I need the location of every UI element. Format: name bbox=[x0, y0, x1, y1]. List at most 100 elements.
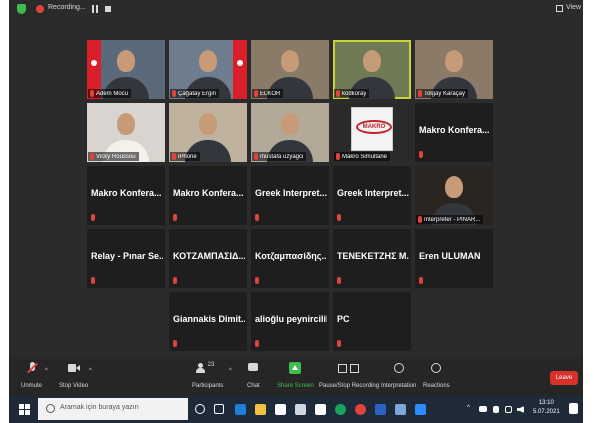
microphone-muted-icon bbox=[254, 90, 258, 97]
search-icon bbox=[46, 404, 55, 413]
participant-face bbox=[117, 113, 135, 135]
view-grid-icon[interactable] bbox=[556, 5, 563, 12]
notifications-icon[interactable] bbox=[569, 403, 578, 414]
participant-name-bar: iPhone bbox=[170, 152, 200, 161]
participant-tile[interactable]: MAKRO Makro Simultane bbox=[333, 103, 411, 162]
participants-chevron-icon[interactable]: ^ bbox=[229, 368, 232, 374]
microphone-muted-icon bbox=[254, 153, 258, 160]
chat-button[interactable]: Chat bbox=[247, 362, 260, 389]
task-view-icon[interactable] bbox=[214, 404, 224, 414]
participant-tile[interactable]: ELKOR bbox=[251, 40, 329, 99]
file-explorer-icon[interactable] bbox=[255, 404, 266, 415]
cloud-icon[interactable] bbox=[479, 406, 487, 412]
participant-tile[interactable]: iPhone bbox=[169, 103, 247, 162]
stop-video-button[interactable]: Stop Video bbox=[59, 362, 88, 389]
pause-recording-icon[interactable] bbox=[92, 5, 99, 13]
edge-browser-icon[interactable] bbox=[235, 404, 246, 415]
participant-name-bar: ELKOR bbox=[252, 89, 284, 98]
participant-face bbox=[445, 176, 463, 198]
participant-name: ELKOR bbox=[260, 90, 281, 97]
microphone-muted-icon bbox=[336, 90, 340, 97]
pause-stop-recording-button[interactable]: Pause/Stop Recording bbox=[319, 362, 379, 389]
participant-tile[interactable]: Makro Konfera... bbox=[415, 103, 493, 162]
microphone-muted-icon bbox=[419, 151, 423, 158]
participant-tile[interactable]: Greek Interpret... bbox=[333, 166, 411, 225]
microphone-muted-icon bbox=[255, 214, 259, 221]
participant-tile[interactable]: Vicky Roussou bbox=[87, 103, 165, 162]
participants-button[interactable]: 23 Participants bbox=[192, 362, 223, 389]
participant-name: ΚΟΤΖΑΜΠΑΣΙΔ... bbox=[173, 251, 245, 261]
participant-name: Interpreter - PINAR... bbox=[424, 216, 481, 223]
participant-face bbox=[281, 50, 299, 72]
audio-options-chevron-icon[interactable]: ^ bbox=[45, 368, 48, 374]
view-button[interactable]: View bbox=[566, 4, 581, 11]
microphone-muted-icon bbox=[90, 153, 94, 160]
participant-tile[interactable]: PC bbox=[333, 292, 411, 351]
chrome-icon[interactable] bbox=[335, 404, 346, 415]
participant-name: Κοτζαμπασίδης... bbox=[255, 251, 327, 261]
participant-tile[interactable]: Tolgay Karaçay bbox=[415, 40, 493, 99]
participant-tile[interactable]: alioğlu peynircilik bbox=[251, 292, 329, 351]
participant-face bbox=[117, 50, 135, 72]
opera-icon[interactable] bbox=[355, 404, 366, 415]
battery-icon[interactable] bbox=[493, 406, 499, 413]
microphone-muted-icon bbox=[255, 277, 259, 284]
image-viewer-icon[interactable] bbox=[395, 404, 406, 415]
mail-icon[interactable] bbox=[295, 404, 306, 415]
participant-tile[interactable]: Çağatay Ergin bbox=[169, 40, 247, 99]
participant-name: Eren ULUMAN bbox=[419, 251, 481, 261]
microphone-muted-icon bbox=[90, 90, 94, 97]
participant-tile[interactable]: Adem Mocu bbox=[87, 40, 165, 99]
participant-name: kodkoray bbox=[342, 90, 367, 97]
unmute-button[interactable]: Unmute bbox=[21, 362, 42, 389]
participant-tile[interactable]: Eren ULUMAN bbox=[415, 229, 493, 288]
windows-start-icon[interactable] bbox=[19, 404, 30, 415]
taskbar-search-box[interactable]: Aramak için buraya yazın bbox=[38, 398, 188, 420]
word-icon[interactable] bbox=[375, 404, 386, 415]
microphone-muted-icon bbox=[173, 340, 177, 347]
participant-tile[interactable]: Makro Konfera... bbox=[87, 166, 165, 225]
participant-tile[interactable]: Giannakis Dimit... bbox=[169, 292, 247, 351]
participant-tile[interactable]: Makro Konfera... bbox=[169, 166, 247, 225]
participant-tile[interactable]: Relay - Pınar Se... bbox=[87, 229, 165, 288]
participant-name: Makro Konfera... bbox=[419, 125, 490, 135]
microphone-muted-icon bbox=[26, 362, 38, 374]
participant-tile[interactable]: Interpreter - PINAR... bbox=[415, 166, 493, 225]
video-options-chevron-icon[interactable]: ^ bbox=[89, 368, 92, 374]
volume-icon[interactable] bbox=[517, 406, 524, 413]
participants-icon: 23 bbox=[195, 362, 220, 374]
emoji-smiley-icon bbox=[430, 362, 442, 374]
store-icon[interactable] bbox=[275, 404, 286, 415]
microphone-muted-icon bbox=[91, 277, 95, 284]
share-screen-icon bbox=[289, 362, 302, 374]
zoom-app-icon[interactable] bbox=[415, 404, 426, 415]
cortana-icon[interactable] bbox=[195, 404, 205, 414]
participant-tile[interactable]: ΤΕΝΕΚΕΤΖΗΣ Μ... bbox=[333, 229, 411, 288]
security-shield-icon[interactable] bbox=[17, 4, 26, 14]
leave-button[interactable]: Leave bbox=[550, 371, 578, 385]
participant-tile[interactable]: kodkoray bbox=[333, 40, 411, 99]
interpretation-button[interactable]: Interpretation bbox=[381, 362, 416, 389]
network-icon[interactable] bbox=[505, 406, 512, 413]
zoom-window: Recording... View Adem Mocu Çağatay Ergin… bbox=[9, 0, 583, 396]
participant-name: Vicky Roussou bbox=[96, 153, 136, 160]
photos-icon[interactable] bbox=[315, 404, 326, 415]
participant-name: PC bbox=[337, 314, 350, 324]
recording-label: Recording... bbox=[48, 4, 86, 11]
participant-tile[interactable]: mustafa uzyagci bbox=[251, 103, 329, 162]
participant-name: alioğlu peynircilik bbox=[255, 314, 327, 324]
taskbar-clock[interactable]: 13:10 5.07.2021 bbox=[533, 399, 560, 417]
pause-stop-recording-icon bbox=[338, 362, 360, 374]
participant-tile[interactable]: Κοτζαμπασίδης... bbox=[251, 229, 329, 288]
participant-tile[interactable]: ΚΟΤΖΑΜΠΑΣΙΔ... bbox=[169, 229, 247, 288]
reactions-button[interactable]: Reactions bbox=[423, 362, 450, 389]
share-screen-button[interactable]: Share Screen bbox=[277, 362, 314, 389]
participant-face bbox=[199, 113, 217, 135]
microphone-muted-icon bbox=[336, 153, 340, 160]
tray-chevron-icon[interactable]: ^ bbox=[467, 405, 470, 411]
microphone-muted-icon bbox=[418, 216, 422, 223]
stop-recording-icon[interactable] bbox=[105, 6, 111, 12]
participant-tile[interactable]: Greek Interpret... bbox=[251, 166, 329, 225]
participant-name: Tolgay Karaçay bbox=[424, 90, 466, 97]
globe-icon bbox=[393, 362, 405, 374]
